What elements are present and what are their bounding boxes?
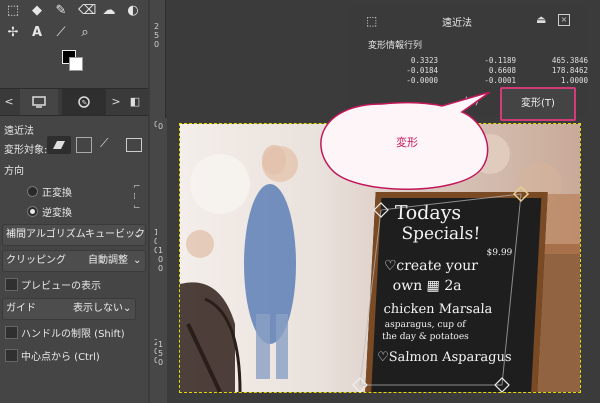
paint-icon[interactable]: ✎ xyxy=(54,4,68,18)
matrix-row: -0.0000 -0.0001 1.0000 xyxy=(406,76,588,85)
chalkboard: Todays Specials! $9.99 ♡create your own … xyxy=(364,192,548,392)
display-icon xyxy=(32,96,46,108)
picker-icon[interactable]: ⟋ xyxy=(54,26,68,40)
target-layer-button[interactable] xyxy=(47,136,71,154)
chain-link-icon[interactable]: ⌐ ⁞ ⌙ xyxy=(133,182,141,212)
tab-tool-options[interactable]: ✎ xyxy=(62,89,106,115)
target-image-button[interactable] xyxy=(126,138,142,152)
direction-label: 方向 xyxy=(4,166,24,177)
canvas-vruler-upper xyxy=(152,10,164,110)
matrix-row: -0.0184 0.6608 178.8462 xyxy=(406,66,588,75)
path-icon[interactable]: ✢ xyxy=(6,26,20,40)
canvas-inner-ruler: 0 100 150 xyxy=(157,118,167,403)
direction-reverse-label: 逆変換 xyxy=(42,208,72,219)
preview-checkbox[interactable] xyxy=(5,278,18,291)
matrix-label: 変形情報行列 xyxy=(368,41,423,51)
svg-text:✎: ✎ xyxy=(82,99,88,107)
layer-icon xyxy=(53,141,65,149)
from-center-label: 中心点から (Ctrl) xyxy=(21,352,100,363)
transform-target-label: 変形対象: xyxy=(4,145,48,156)
direction-forward-label: 正変換 xyxy=(42,188,72,199)
tool-options-panel: ⬚ ◆ ✎ ⌫ ☁ ◐ ✢ A ⟋ ⌕ < ✎ > ◧ 遠近法 変形対象: ⟋ … xyxy=(0,0,148,403)
chalk-price: $9.99 xyxy=(486,248,513,258)
constrain-handles-checkbox[interactable] xyxy=(5,326,18,339)
chalk-line-6: asparagus, cup of xyxy=(384,320,466,330)
dock-tabbar: < ✎ > ◧ xyxy=(0,88,148,116)
close-icon[interactable]: × xyxy=(558,14,570,26)
target-path-button[interactable]: ⟋ xyxy=(100,136,118,152)
tool-title: 遠近法 xyxy=(4,126,34,137)
chalk-line-1: Todays xyxy=(394,202,462,224)
transform-button-label: 変形(T) xyxy=(521,98,555,109)
zoom-icon[interactable]: ⌕ xyxy=(78,26,92,40)
clipping-label: クリッピング xyxy=(6,255,66,266)
interpolation-label: 補間アルゴリズム xyxy=(6,229,86,240)
clipping-combo[interactable]: クリッピング 自動調整 ⌄ xyxy=(2,250,146,272)
toolbox: ⬚ ◆ ✎ ⌫ ☁ ◐ ✢ A ⟋ ⌕ xyxy=(0,0,148,86)
chalk-line-2: Specials! xyxy=(400,224,481,244)
chalk-line-4: own ▦ 2a xyxy=(392,278,462,294)
perspective-icon: ⬚ xyxy=(366,14,378,28)
direction-forward-radio[interactable] xyxy=(27,186,38,197)
direction-reverse-radio[interactable] xyxy=(27,206,38,217)
chalk-line-7: the day & potatoes xyxy=(381,332,470,342)
matrix-row: 0.3323 -0.1189 465.3846 xyxy=(410,56,588,65)
chevron-down-icon: ⌄ xyxy=(123,303,132,314)
select-icon[interactable]: ⬚ xyxy=(6,4,20,18)
chevron-down-icon: ⌄ xyxy=(133,255,142,266)
from-center-checkbox[interactable] xyxy=(5,349,18,362)
dialog-title: 遠近法 xyxy=(442,18,472,29)
target-selection-button[interactable] xyxy=(76,137,92,153)
guide-label: ガイド xyxy=(6,303,36,314)
tab-scroll-left[interactable]: < xyxy=(0,89,18,115)
callout-text: 変形 xyxy=(396,136,418,149)
smudge-icon[interactable]: ☁ xyxy=(102,4,116,18)
background-color[interactable] xyxy=(69,57,83,71)
tab-device-status[interactable] xyxy=(20,89,58,115)
dock-icon[interactable]: ⏏ xyxy=(536,13,546,26)
chevron-down-icon: ⌄ xyxy=(133,229,142,240)
guide-combo[interactable]: ガイド 表示しない ⌄ xyxy=(2,298,136,320)
chalk-line-3: ♡create your xyxy=(383,258,479,274)
tab-menu-button[interactable]: ◧ xyxy=(126,89,144,115)
eraser-icon[interactable]: ⌫ xyxy=(78,4,96,18)
guide-value: 表示しない xyxy=(73,303,123,314)
dodge-icon[interactable]: ◐ xyxy=(126,4,140,18)
matrix-table: 0.3323 -0.1189 465.3846 -0.0184 0.6608 1… xyxy=(368,56,588,86)
text-icon[interactable]: A xyxy=(30,26,44,40)
interpolation-combo[interactable]: 補間アルゴリズム キュービック ⌄ xyxy=(2,224,146,246)
tool-options-icon: ✎ xyxy=(78,96,90,108)
preview-label: プレビューの表示 xyxy=(21,281,101,292)
chalk-line-8: ♡Salmon Asparagus xyxy=(376,350,512,365)
constrain-handles-label: ハンドルの制限 (Shift) xyxy=(21,329,125,340)
transform-button[interactable]: 変形(T) xyxy=(500,87,576,121)
clipping-value: 自動調整 xyxy=(88,255,128,266)
fill-icon[interactable]: ◆ xyxy=(30,4,44,18)
tab-scroll-right[interactable]: > xyxy=(108,89,124,115)
chalk-line-5: chicken Marsala xyxy=(383,302,493,317)
